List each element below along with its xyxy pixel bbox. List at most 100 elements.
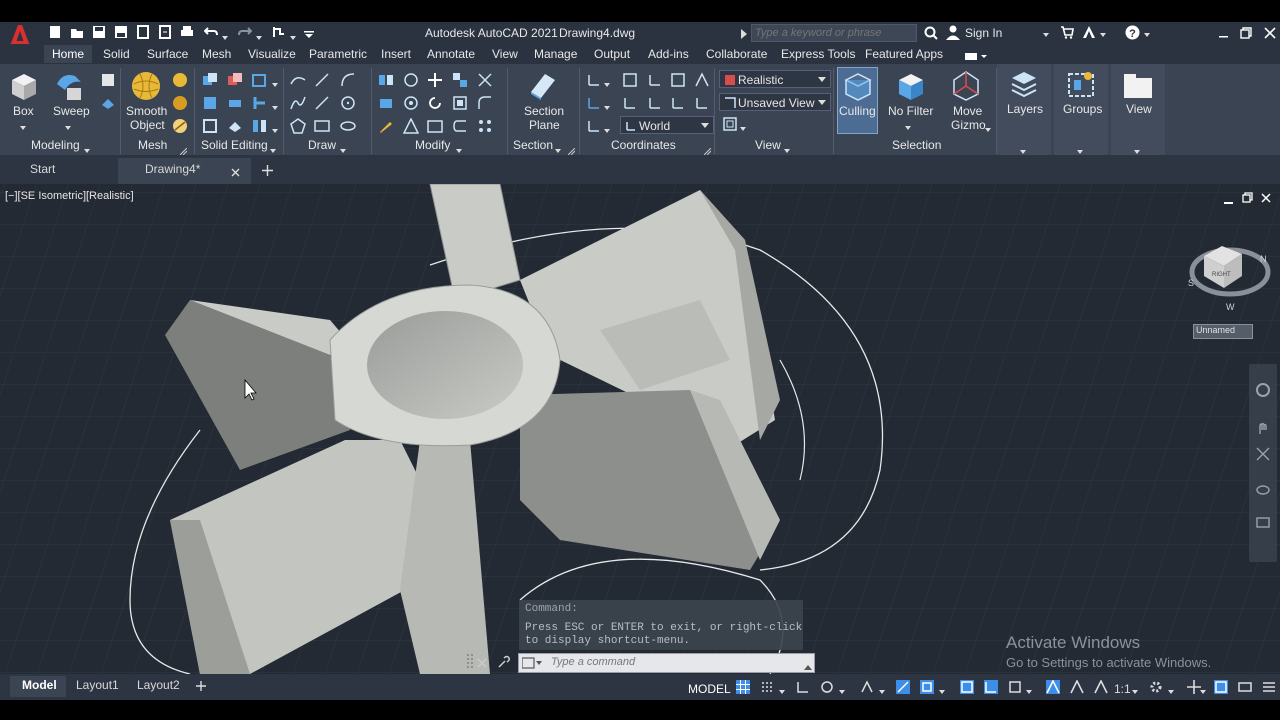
separate-dropdown-icon[interactable] bbox=[272, 123, 278, 133]
orbit-icon[interactable] bbox=[1255, 482, 1271, 498]
move-icon[interactable] bbox=[427, 72, 443, 88]
undo-dropdown-icon[interactable] bbox=[222, 30, 230, 40]
erase-icon[interactable] bbox=[378, 118, 394, 134]
box-icon[interactable] bbox=[8, 70, 40, 102]
ucs-y-icon[interactable] bbox=[647, 95, 663, 111]
new-layout-icon[interactable] bbox=[196, 680, 206, 691]
presspull-icon[interactable] bbox=[100, 95, 116, 111]
command-history-toggle-icon[interactable] bbox=[804, 659, 812, 670]
view-expand-icon[interactable] bbox=[784, 143, 792, 153]
section-plane-label-2[interactable]: Plane bbox=[529, 118, 560, 132]
tab-featured-apps[interactable]: Featured Apps bbox=[865, 47, 943, 61]
polar-tracking-icon[interactable] bbox=[820, 680, 834, 694]
auto-scale-icon[interactable] bbox=[1070, 679, 1084, 694]
polar-dropdown-icon[interactable] bbox=[839, 684, 847, 694]
modify-expand-icon[interactable] bbox=[456, 143, 464, 153]
cart-icon[interactable] bbox=[1060, 25, 1074, 39]
workspace-dropdown-icon[interactable] bbox=[1168, 684, 1176, 694]
offset-icon[interactable] bbox=[452, 118, 468, 134]
customize-qa-icon[interactable] bbox=[304, 28, 314, 38]
layers-button-label[interactable]: Layers bbox=[1007, 102, 1043, 116]
box-dropdown-icon[interactable] bbox=[20, 120, 28, 130]
slice-dropdown-icon[interactable] bbox=[272, 77, 278, 87]
save-to-web-icon[interactable] bbox=[158, 25, 172, 39]
command-input[interactable]: Type a command bbox=[551, 656, 635, 668]
mesh-smooth-more-icon[interactable] bbox=[172, 72, 188, 88]
mesh-smooth-less-icon[interactable] bbox=[172, 95, 188, 111]
sweep-icon[interactable] bbox=[53, 70, 85, 102]
section-expand-icon[interactable] bbox=[555, 143, 563, 153]
command-customize-icon[interactable] bbox=[497, 655, 511, 669]
subtract-icon[interactable] bbox=[227, 72, 243, 88]
selection-cycling-icon[interactable] bbox=[960, 680, 974, 694]
align-icon[interactable] bbox=[452, 72, 468, 88]
open-file-icon[interactable] bbox=[70, 25, 84, 39]
box-button-label[interactable]: Box bbox=[13, 104, 34, 118]
ucs-view-icon[interactable] bbox=[586, 118, 602, 134]
move-gizmo-label-1[interactable]: Move bbox=[953, 104, 982, 118]
viewport-close-icon[interactable] bbox=[1261, 192, 1271, 203]
ucs-world-dropdown-icon[interactable] bbox=[604, 100, 610, 110]
3d-object-snap-icon[interactable] bbox=[984, 680, 998, 694]
separate-icon[interactable] bbox=[252, 118, 268, 134]
ellipse-icon[interactable] bbox=[340, 118, 356, 134]
section-panel-title[interactable]: Section bbox=[513, 138, 553, 152]
spline-icon[interactable] bbox=[290, 95, 306, 111]
search-input[interactable] bbox=[751, 24, 917, 42]
draw-expand-icon[interactable] bbox=[340, 143, 348, 153]
groups-icon[interactable] bbox=[1065, 70, 1097, 100]
close-window-icon[interactable] bbox=[1264, 27, 1276, 39]
annotation-visibility-icon[interactable] bbox=[1046, 679, 1060, 694]
layout1-tab[interactable]: Layout1 bbox=[76, 678, 119, 692]
intersect-icon[interactable] bbox=[227, 95, 243, 111]
no-filter-icon[interactable] bbox=[895, 70, 927, 102]
move-gizmo-dropdown-icon[interactable] bbox=[985, 122, 993, 132]
smooth-label[interactable]: Smooth bbox=[126, 104, 167, 118]
extrude-icon[interactable] bbox=[100, 72, 116, 88]
annotation-scale-value[interactable]: 1:1 bbox=[1114, 682, 1131, 696]
line-polyline-icon[interactable] bbox=[290, 72, 306, 88]
ucs-origin-icon[interactable] bbox=[647, 72, 663, 88]
isolate-objects-icon[interactable] bbox=[1214, 680, 1228, 694]
coordinates-settings-icon[interactable] bbox=[703, 144, 712, 156]
xline-icon[interactable] bbox=[314, 95, 330, 111]
modify-panel-title[interactable]: Modify bbox=[415, 138, 450, 152]
section-plane-label-1[interactable]: Section bbox=[524, 104, 564, 118]
tab-parametric[interactable]: Parametric bbox=[309, 47, 367, 61]
ucs-x-icon[interactable] bbox=[622, 95, 638, 111]
layers-expand-icon[interactable] bbox=[1020, 144, 1028, 154]
solid-editing-expand-icon[interactable] bbox=[270, 143, 278, 153]
plot-icon[interactable] bbox=[180, 25, 194, 39]
no-filter-label[interactable]: No Filter bbox=[888, 104, 933, 118]
start-tab[interactable]: Start bbox=[30, 162, 55, 176]
pan-icon[interactable] bbox=[1255, 420, 1271, 436]
help-icon[interactable]: ? bbox=[1125, 25, 1140, 40]
viewport-label[interactable]: [−][SE Isometric][Realistic] bbox=[5, 190, 134, 202]
user-icon[interactable] bbox=[946, 25, 960, 40]
tab-output[interactable]: Output bbox=[594, 47, 630, 61]
drawing-viewport[interactable]: [−][SE Isometric][Realistic] N S W RIGHT… bbox=[0, 184, 1280, 674]
showmotion-icon[interactable] bbox=[1255, 514, 1271, 530]
solid-editing-panel-title[interactable]: Solid Editing bbox=[201, 138, 268, 152]
polygon-icon[interactable] bbox=[290, 118, 306, 134]
sign-in-link[interactable]: Sign In bbox=[965, 26, 1002, 40]
object-snap-icon[interactable] bbox=[920, 680, 934, 694]
interfere-icon[interactable] bbox=[202, 95, 218, 111]
smooth-object-icon[interactable] bbox=[130, 70, 162, 102]
slice-icon[interactable] bbox=[252, 72, 268, 88]
dynamic-ucs-icon[interactable] bbox=[1008, 680, 1022, 694]
thicken-icon[interactable] bbox=[202, 118, 218, 134]
rotate-icon[interactable] bbox=[427, 95, 443, 111]
grid-display-icon[interactable] bbox=[736, 680, 750, 694]
customization-menu-icon[interactable] bbox=[1262, 680, 1276, 694]
viewport-restore-icon[interactable] bbox=[1242, 192, 1253, 203]
tab-surface[interactable]: Surface bbox=[147, 47, 188, 61]
view-button-label[interactable]: View bbox=[1126, 102, 1152, 116]
redo-icon[interactable] bbox=[238, 25, 253, 39]
save-icon[interactable] bbox=[92, 25, 106, 39]
workspace-switching-icon[interactable] bbox=[1149, 680, 1163, 694]
visual-style-combo[interactable]: Realistic bbox=[719, 70, 831, 88]
ucs-view-dropdown-icon[interactable] bbox=[604, 123, 610, 133]
tab-annotate[interactable]: Annotate bbox=[427, 47, 475, 61]
ucs-named-icon[interactable] bbox=[694, 95, 710, 111]
